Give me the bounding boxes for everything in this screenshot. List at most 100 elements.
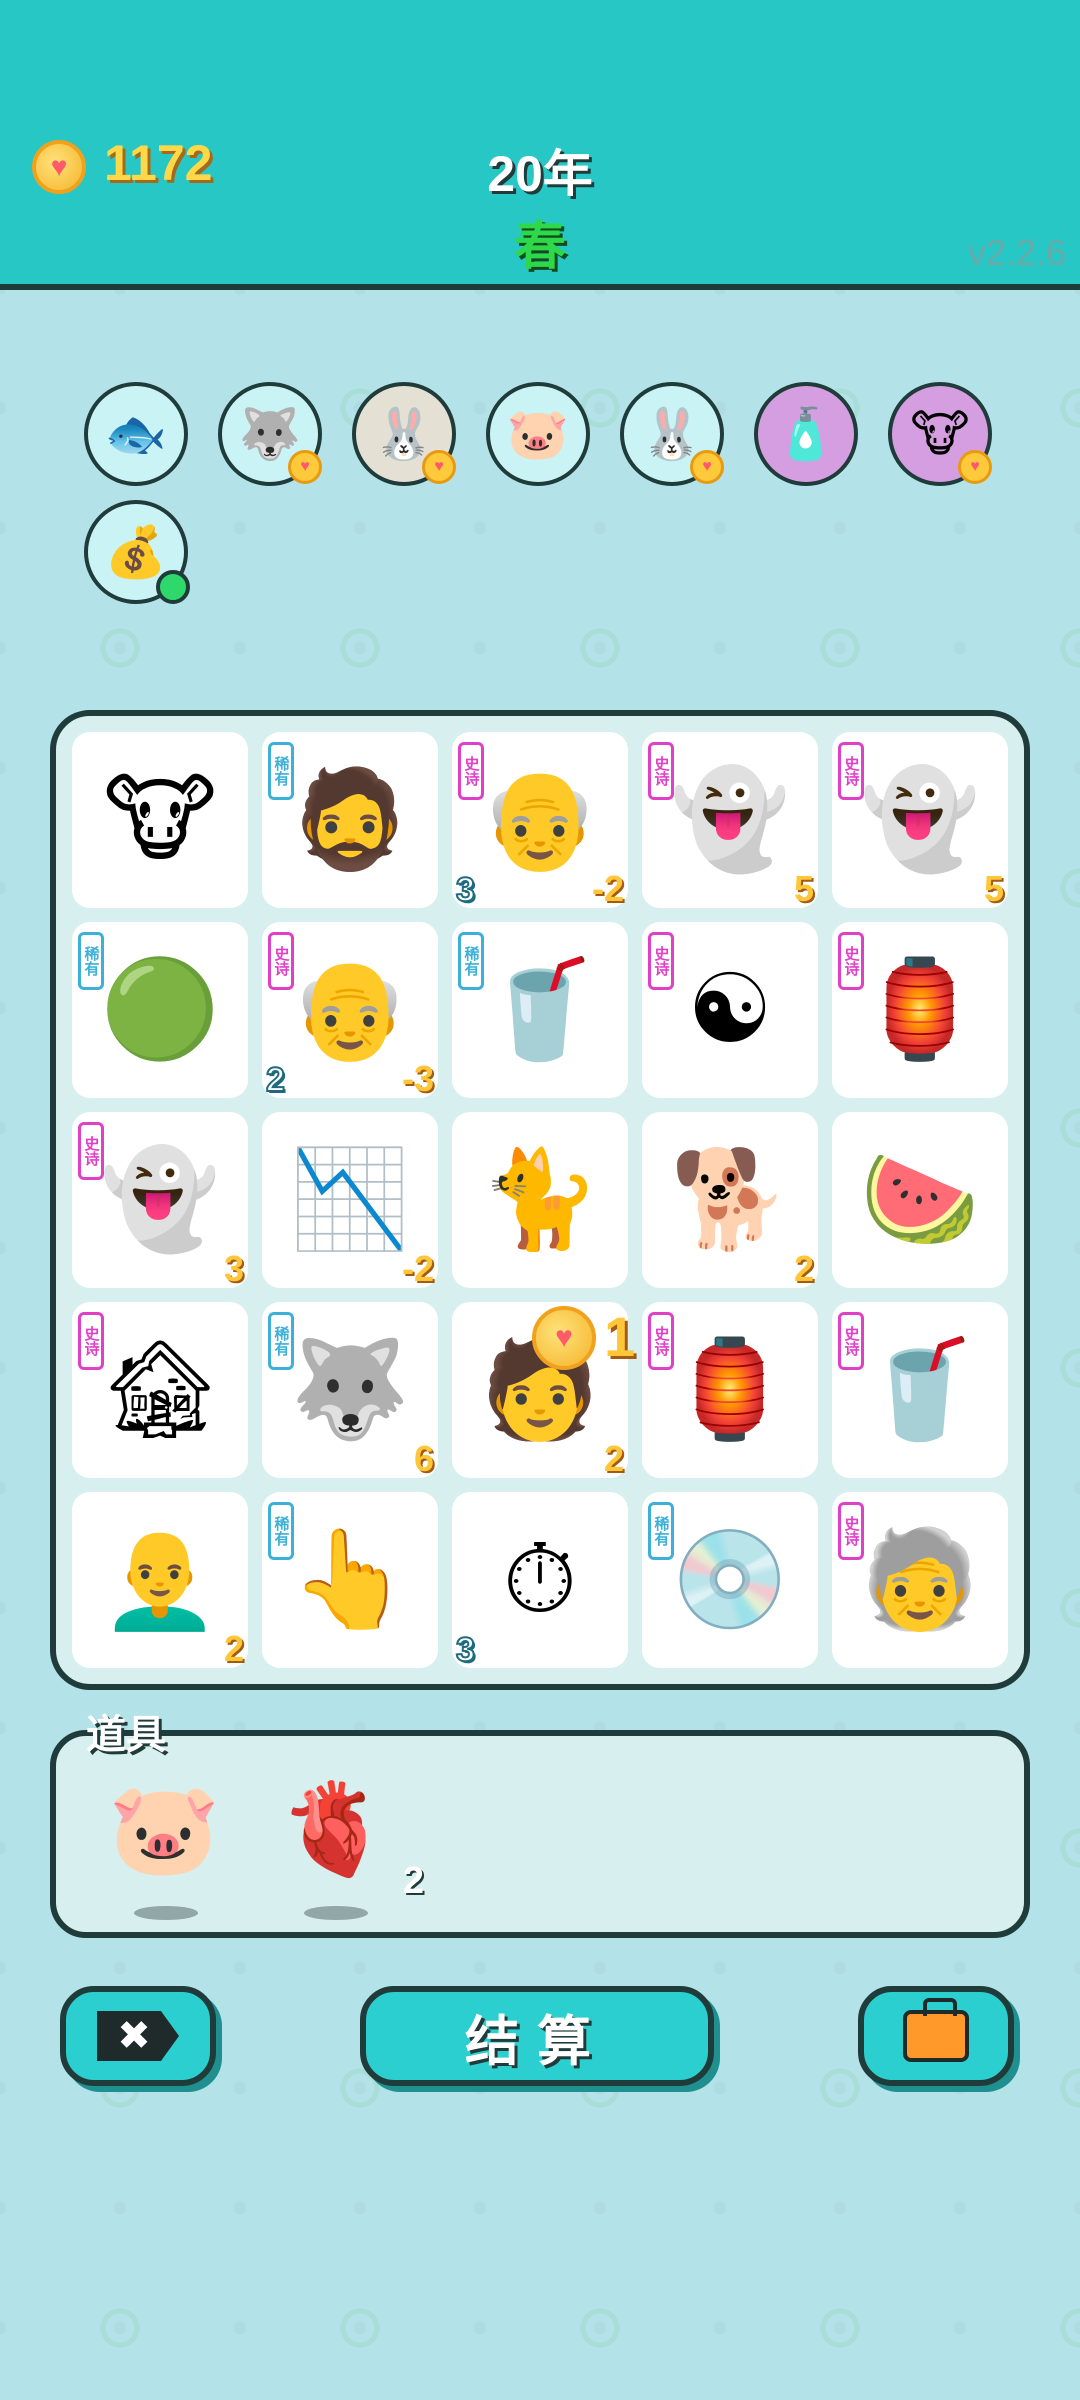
grid-cell-stock-chart[interactable]: 📉 -2 bbox=[262, 1112, 438, 1289]
rarity-tag: 史诗 bbox=[648, 1312, 674, 1370]
reward-amount: 1 bbox=[604, 1305, 636, 1368]
upgrade-slot[interactable]: 🐰 ♥ bbox=[620, 382, 724, 486]
cell-counter: 3 bbox=[455, 1630, 476, 1670]
item-piggy-bank[interactable]: 🐷 bbox=[104, 1770, 224, 1920]
grid-cell-old-man[interactable]: 👴 史诗 -2 3 bbox=[452, 732, 628, 910]
rarity-tag: 史诗 bbox=[838, 1502, 864, 1560]
cat-icon: 🐈 bbox=[480, 1146, 600, 1253]
grid-cell-old-man[interactable]: 👴 史诗 -3 2 bbox=[262, 922, 438, 1100]
year-label: 20年 bbox=[487, 146, 593, 202]
liver-icon: 🫀 bbox=[277, 1780, 391, 1880]
spray-bottle-icon: 🧴 bbox=[774, 406, 838, 462]
version-label: v2.2.6 bbox=[967, 232, 1066, 273]
fishbowl-icon: 🐟 bbox=[104, 406, 168, 462]
close-button[interactable]: ✖ bbox=[60, 1986, 216, 2086]
rarity-tag: 史诗 bbox=[268, 932, 294, 990]
upgrade-slot[interactable]: 🐷 bbox=[486, 382, 590, 486]
grid-cell-ghost[interactable]: 👻 史诗 5 bbox=[642, 732, 818, 909]
upgrade-slot[interactable]: 🧴 bbox=[754, 382, 858, 486]
grid-cell-ghost-cd[interactable]: 💿 稀有 bbox=[642, 1492, 818, 1668]
rabbit-upgrade-icon: 🐰 bbox=[372, 406, 436, 462]
rarity-tag: 史诗 bbox=[838, 742, 864, 800]
cell-value: 5 bbox=[793, 868, 814, 909]
grid-cell-ghost[interactable]: 👻 史诗 3 bbox=[72, 1112, 248, 1289]
grid-cell-wood-element[interactable]: 🟢 稀有 bbox=[72, 922, 248, 1098]
upgrade-slot[interactable]: 🐰 ♥ bbox=[352, 382, 456, 486]
grid-cell-bucket-hat-man[interactable]: 🧔 稀有 bbox=[262, 732, 438, 908]
money-bag-icon: 💰 bbox=[104, 524, 168, 580]
grid-cell-bald-man[interactable]: 👨‍🦲 2 bbox=[72, 1492, 248, 1669]
season-label: 春 bbox=[513, 218, 566, 276]
briefcase-icon bbox=[903, 1998, 969, 2062]
grid-cell-bagua-mirror[interactable]: ☯ 史诗 bbox=[642, 922, 818, 1098]
rarity-tag: 稀有 bbox=[268, 1502, 294, 1560]
rarity-tag: 史诗 bbox=[78, 1122, 104, 1180]
coin-icon: ♥ bbox=[32, 140, 86, 194]
close-icon: ✖ bbox=[97, 2011, 179, 2061]
rarity-tag: 史诗 bbox=[458, 742, 484, 800]
bald-man-icon: 👨‍🦲 bbox=[100, 1526, 220, 1633]
grid-cell-haunted-house[interactable]: 🏚 史诗 bbox=[72, 1302, 248, 1478]
item-shadow bbox=[304, 1906, 368, 1920]
coin-badge-icon: ♥ bbox=[690, 450, 724, 484]
cell-value: 3 bbox=[223, 1248, 244, 1289]
rarity-tag: 稀有 bbox=[648, 1502, 674, 1560]
upgrade-slot[interactable]: 🐺 ♥ bbox=[218, 382, 322, 486]
rarity-tag: 史诗 bbox=[838, 1312, 864, 1370]
item-liver[interactable]: 🫀 2 bbox=[274, 1770, 424, 1920]
cell-value: 2 bbox=[223, 1628, 244, 1669]
inventory-button[interactable] bbox=[858, 1986, 1014, 2086]
top-bar: ♥ 1172 20年 春 v2.2.6 bbox=[0, 0, 1080, 290]
coin-badge-icon: ♥ bbox=[422, 450, 456, 484]
rarity-tag: 史诗 bbox=[648, 932, 674, 990]
rabbit-upgrade-icon-2: 🐰 bbox=[640, 406, 704, 462]
watermelon-icon: 🍉 bbox=[860, 1146, 980, 1253]
cell-value: 2 bbox=[603, 1438, 624, 1479]
cell-value: -2 bbox=[591, 868, 624, 909]
grid-cell-rabbit-hutch[interactable]: 🏮 史诗 bbox=[832, 922, 1008, 1098]
stopwatch-card-icon: ⏱ bbox=[502, 1526, 578, 1633]
rarity-tag: 史诗 bbox=[648, 742, 674, 800]
rarity-tag: 稀有 bbox=[458, 932, 484, 990]
rarity-tag: 稀有 bbox=[268, 742, 294, 800]
cell-value: -3 bbox=[401, 1058, 434, 1099]
settle-label: 结算 bbox=[465, 2011, 609, 2072]
upgrade-slot[interactable]: 🐮 ♥ bbox=[888, 382, 992, 486]
upgrade-slot[interactable]: 🐟 bbox=[84, 382, 188, 486]
cell-counter: 3 bbox=[455, 870, 476, 910]
grid-cell-milk-tea[interactable]: 🥤 稀有 bbox=[452, 922, 628, 1098]
grid-cell-pointing-finger[interactable]: 👆 稀有 bbox=[262, 1492, 438, 1668]
cell-value: -2 bbox=[401, 1248, 434, 1289]
rarity-tag: 稀有 bbox=[268, 1312, 294, 1370]
grid-cell-green-hat-man[interactable]: 🧓 史诗 bbox=[832, 1492, 1008, 1668]
settle-button[interactable]: 结算 bbox=[360, 1986, 714, 2086]
grid-cell-watermelon[interactable]: 🍉 bbox=[832, 1112, 1008, 1288]
cell-value: 5 bbox=[983, 868, 1004, 909]
husky-upgrade-icon: 🐺 bbox=[238, 406, 302, 462]
reward-coin-icon: ♥ bbox=[532, 1306, 596, 1370]
rarity-tag: 史诗 bbox=[78, 1312, 104, 1370]
piggy-bank-upgrade-icon: 🐷 bbox=[506, 406, 570, 462]
piggy-bank-icon: 🐷 bbox=[107, 1780, 221, 1880]
cow-pair-icon: 🐮 bbox=[910, 406, 970, 462]
cell-counter: 2 bbox=[265, 1060, 286, 1100]
grid-cell-husky[interactable]: 🐺 稀有 6 bbox=[262, 1302, 438, 1479]
coin-badge-icon: ♥ bbox=[288, 450, 322, 484]
cow-icon: 🐮 bbox=[103, 766, 217, 873]
rarity-tag: 史诗 bbox=[838, 932, 864, 990]
cell-value: 6 bbox=[413, 1438, 434, 1479]
coin-count: 1172 bbox=[104, 135, 213, 191]
grid-cell-milk-tea[interactable]: 🥤 史诗 bbox=[832, 1302, 1008, 1478]
upgrade-slot[interactable]: 💰 bbox=[84, 500, 190, 604]
grid-cell-dog[interactable]: 🐕 2 bbox=[642, 1112, 818, 1289]
grid-cell-cow[interactable]: 🐮 bbox=[72, 732, 248, 908]
cell-value: 2 bbox=[793, 1248, 814, 1289]
item-count: 2 bbox=[402, 1860, 424, 1902]
item-shadow bbox=[134, 1906, 198, 1920]
rarity-tag: 稀有 bbox=[78, 932, 104, 990]
grid-cell-stopwatch-card[interactable]: ⏱ 3 bbox=[452, 1492, 628, 1670]
grid-cell-cat[interactable]: 🐈 bbox=[452, 1112, 628, 1288]
grid-cell-ghost[interactable]: 👻 史诗 5 bbox=[832, 732, 1008, 909]
grid-cell-rabbit-hutch[interactable]: 🏮 史诗 bbox=[642, 1302, 818, 1478]
coin-badge-icon: ♥ bbox=[958, 450, 992, 484]
